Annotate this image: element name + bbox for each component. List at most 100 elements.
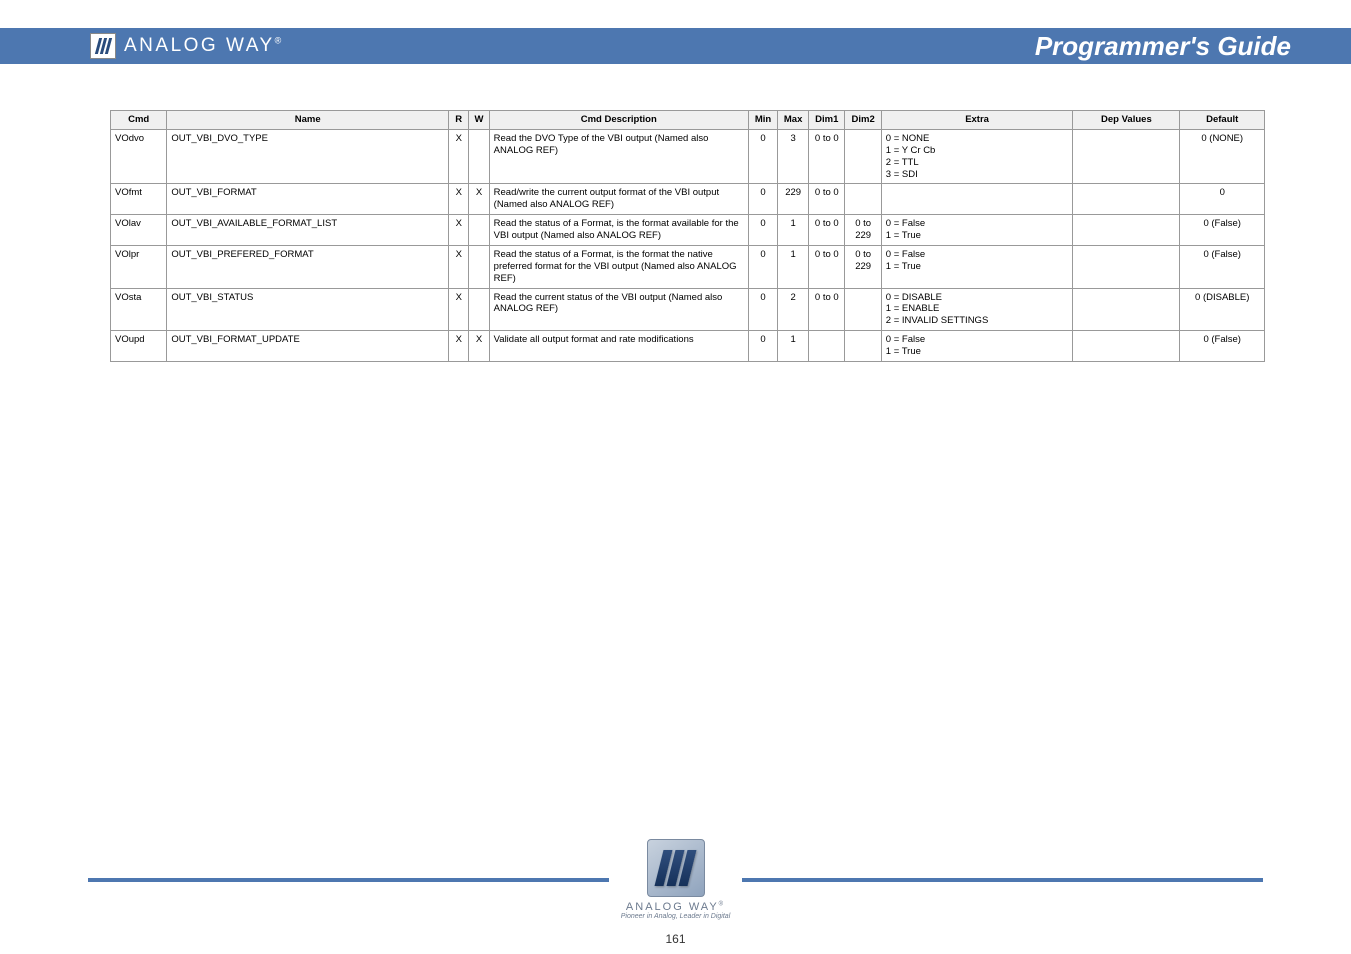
footer-rule-right [742,878,1263,882]
table-cell: X [469,331,489,362]
table-cell: OUT_VBI_STATUS [167,288,449,331]
table-cell: X [449,245,469,288]
table-cell: VOfmt [111,184,167,215]
footer-logo: ANALOG WAY® Pioneer in Analog, Leader in… [621,839,730,920]
table-cell [845,184,881,215]
table-cell [469,288,489,331]
table-cell: 0 = False 1 = True [881,245,1073,288]
table-cell: 0 [748,215,777,246]
table-cell: OUT_VBI_FORMAT [167,184,449,215]
table-cell [1073,331,1180,362]
table-cell [1073,129,1180,184]
table-cell: 2 [778,288,809,331]
table-cell [1073,245,1180,288]
table-cell: 0 [748,245,777,288]
table-cell: X [449,331,469,362]
brand-logo-icon [647,839,705,897]
table-cell: 1 [778,245,809,288]
th-w: W [469,111,489,130]
th-depvalues: Dep Values [1073,111,1180,130]
table-cell: Read the status of a Format, is the form… [489,245,748,288]
table-cell: VOsta [111,288,167,331]
table-cell: 0 to 229 [845,245,881,288]
footer-tagline: Pioneer in Analog, Leader in Digital [621,913,730,920]
table-cell: OUT_VBI_DVO_TYPE [167,129,449,184]
table-cell: 0 (DISABLE) [1180,288,1265,331]
table-cell [845,331,881,362]
table-cell: Read the status of a Format, is the form… [489,215,748,246]
table-cell: 0 to 0 [809,184,845,215]
th-cmd: Cmd [111,111,167,130]
table-cell [1073,215,1180,246]
table-cell: OUT_VBI_AVAILABLE_FORMAT_LIST [167,215,449,246]
table-cell: 0 = NONE 1 = Y Cr Cb 2 = TTL 3 = SDI [881,129,1073,184]
table-row: VOstaOUT_VBI_STATUSX Read the current sta… [111,288,1265,331]
table-cell: X [449,215,469,246]
th-r: R [449,111,469,130]
table-cell: VOlav [111,215,167,246]
table-row: VOfmtOUT_VBI_FORMATXXRead/write the curr… [111,184,1265,215]
th-dim1: Dim1 [809,111,845,130]
table-cell [881,184,1073,215]
table-cell: 1 [778,215,809,246]
table-cell: 0 (False) [1180,215,1265,246]
table-cell: 0 [748,288,777,331]
footer-rule-left [88,878,609,882]
brand-logo-icon [90,33,116,59]
table-row: VOlprOUT_VBI_PREFERED_FORMATXRead the st… [111,245,1265,288]
table-cell [1073,288,1180,331]
table-cell: 0 to 0 [809,129,845,184]
th-extra: Extra [881,111,1073,130]
table-cell: 0 to 0 [809,288,845,331]
table-cell: 0 (False) [1180,331,1265,362]
table-row: VOupdOUT_VBI_FORMAT_UPDATEXXValidate all… [111,331,1265,362]
table-row: VOlavOUT_VBI_AVAILABLE_FORMAT_LISTX Read … [111,215,1265,246]
table-cell: 3 [778,129,809,184]
page-title: Programmer's Guide [1035,31,1291,62]
command-table: Cmd Name R W Cmd Description Min Max Dim… [110,110,1265,362]
table-cell: Read the DVO Type of the VBI output (Nam… [489,129,748,184]
table-cell [809,331,845,362]
table-cell: X [449,129,469,184]
footer-brand: ANALOG WAY® [626,901,725,913]
table-cell [469,215,489,246]
table-cell: 0 = DISABLE 1 = ENABLE 2 = INVALID SETTI… [881,288,1073,331]
footer: ANALOG WAY® Pioneer in Analog, Leader in… [0,839,1351,920]
table-cell: VOupd [111,331,167,362]
table-cell [469,129,489,184]
th-min: Min [748,111,777,130]
table-cell [469,245,489,288]
table-cell: X [449,288,469,331]
table-cell: OUT_VBI_FORMAT_UPDATE [167,331,449,362]
brand-text: ANALOG WAY® [124,35,284,57]
page-number: 161 [665,932,685,946]
th-name: Name [167,111,449,130]
table-cell: 0 [748,184,777,215]
table-cell: 0 [748,129,777,184]
table-cell: 0 (False) [1180,245,1265,288]
table-cell: OUT_VBI_PREFERED_FORMAT [167,245,449,288]
header-left: ANALOG WAY® [0,28,284,64]
table-cell: X [449,184,469,215]
header-bar: ANALOG WAY® Programmer's Guide [0,28,1351,64]
table-cell: X [469,184,489,215]
table-cell: 0 = False 1 = True [881,331,1073,362]
table-cell: 0 (NONE) [1180,129,1265,184]
table-cell: 0 to 0 [809,245,845,288]
table-cell: VOdvo [111,129,167,184]
table-cell: Read the current status of the VBI outpu… [489,288,748,331]
table-cell [845,129,881,184]
table-cell: 229 [778,184,809,215]
table-header-row: Cmd Name R W Cmd Description Min Max Dim… [111,111,1265,130]
table-cell: Read/write the current output format of … [489,184,748,215]
th-desc: Cmd Description [489,111,748,130]
table-cell: 0 to 229 [845,215,881,246]
table-row: VOdvoOUT_VBI_DVO_TYPEX Read the DVO Type … [111,129,1265,184]
th-max: Max [778,111,809,130]
th-default: Default [1180,111,1265,130]
table-cell [1073,184,1180,215]
table-cell: 0 [748,331,777,362]
th-dim2: Dim2 [845,111,881,130]
table-cell [845,288,881,331]
table-cell: Validate all output format and rate modi… [489,331,748,362]
